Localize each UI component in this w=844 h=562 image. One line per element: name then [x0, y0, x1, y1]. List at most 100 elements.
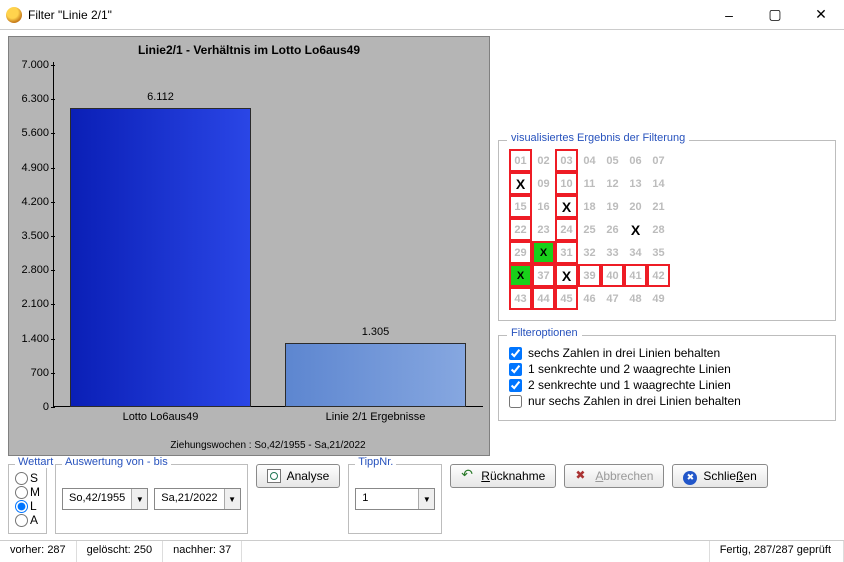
filter-option-label: 2 senkrechte und 1 waagrechte Linien [528, 378, 731, 392]
undo-icon [461, 469, 475, 483]
analyse-button[interactable]: Analyse [256, 464, 341, 488]
grid-cell: 24 [555, 218, 578, 241]
radio-input[interactable] [15, 500, 28, 513]
radio-input[interactable] [15, 514, 28, 527]
grid-cell: 09 [532, 172, 555, 195]
plot-area: 6.112 1.305 [53, 65, 483, 407]
filter-option[interactable]: 2 senkrechte und 1 waagrechte Linien [509, 378, 825, 392]
radio-input[interactable] [15, 486, 28, 499]
y-axis: 07001.4002.1002.8003.5004.2004.9005.6006… [9, 65, 53, 407]
cancel-button[interactable]: Abbrechen [564, 464, 664, 488]
close-window-button[interactable]: Schließen [672, 464, 767, 488]
range-from-combo[interactable]: So,42/1955 ▼ [62, 488, 148, 510]
chevron-down-icon[interactable]: ▼ [224, 489, 240, 509]
grid-cell: 47 [601, 287, 624, 310]
y-tick: 3.500 [21, 230, 49, 242]
grid-cell: 45 [555, 287, 578, 310]
radio-label: L [30, 499, 37, 513]
cancel-label: Abbrechen [595, 469, 653, 483]
bar-value-label: 1.305 [286, 326, 465, 338]
vis-result-fieldset: visualisiertes Ergebnis der Filterung 01… [498, 140, 836, 321]
grid-cell: 46 [578, 287, 601, 310]
x-category-label: Linie 2/1 Ergebnisse [326, 411, 426, 423]
filter-checkbox[interactable] [509, 347, 522, 360]
bar: 1.305 [285, 343, 466, 407]
y-tick: 0 [43, 401, 49, 413]
filter-option[interactable]: sechs Zahlen in drei Linien behalten [509, 346, 825, 360]
grid-cell: 04 [578, 149, 601, 172]
grid-cell: 16 [532, 195, 555, 218]
filter-checkbox[interactable] [509, 363, 522, 376]
y-tick: 2.100 [21, 298, 49, 310]
radio-input[interactable] [15, 472, 28, 485]
grid-cell: 06 [624, 149, 647, 172]
grid-cell: 41 [624, 264, 647, 287]
grid-cell: X [509, 172, 532, 195]
grid-cell: 49 [647, 287, 670, 310]
wettart-radio-a[interactable]: A [15, 513, 40, 527]
grid-cell: 18 [578, 195, 601, 218]
tipp-combo[interactable]: 1 ▼ [355, 488, 435, 510]
wettart-legend: Wettart [15, 456, 56, 468]
filter-checkbox[interactable] [509, 379, 522, 392]
status-bar: vorher: 287 gelöscht: 250 nachher: 37 Fe… [0, 540, 844, 562]
radio-label: M [30, 485, 40, 499]
grid-cell: 26 [601, 218, 624, 241]
titlebar: Filter "Linie 2/1" – ▢ ✕ [0, 0, 844, 30]
grid-cell: 03 [555, 149, 578, 172]
grid-cell: 21 [647, 195, 670, 218]
filter-option[interactable]: nur sechs Zahlen in drei Linien behalten [509, 394, 825, 408]
grid-cell: 29 [509, 241, 532, 264]
range-to-combo[interactable]: Sa,21/2022 ▼ [154, 488, 240, 510]
y-tick: 6.300 [21, 93, 49, 105]
grid-cell: 34 [624, 241, 647, 264]
grid-cell: 42 [647, 264, 670, 287]
grid-cell: X [532, 241, 555, 264]
tipp-legend: TippNr. [355, 456, 396, 468]
filter-option[interactable]: 1 senkrechte und 2 waagrechte Linien [509, 362, 825, 376]
wettart-radio-l[interactable]: L [15, 499, 40, 513]
maximize-button[interactable]: ▢ [752, 0, 798, 30]
y-tick: 4.900 [21, 162, 49, 174]
chevron-down-icon[interactable]: ▼ [131, 489, 147, 509]
range-from-value: So,42/1955 [63, 489, 131, 509]
filter-option-label: 1 senkrechte und 2 waagrechte Linien [528, 362, 731, 376]
minimize-button[interactable]: – [706, 0, 752, 30]
undo-button[interactable]: Rücknahme [450, 464, 556, 488]
close-button[interactable]: ✕ [798, 0, 844, 30]
grid-cell: 43 [509, 287, 532, 310]
grid-cell: 01 [509, 149, 532, 172]
wettart-radio-m[interactable]: M [15, 485, 40, 499]
grid-cell: 10 [555, 172, 578, 195]
filter-options-fieldset: Filteroptionen sechs Zahlen in drei Lini… [498, 335, 836, 421]
wettart-radio-s[interactable]: S [15, 471, 40, 485]
y-tick: 1.400 [21, 333, 49, 345]
grid-cell: 19 [601, 195, 624, 218]
grid-cell: 48 [624, 287, 647, 310]
range-legend: Auswertung von - bis [62, 456, 171, 468]
grid-cell: X [555, 264, 578, 287]
grid-cell: 11 [578, 172, 601, 195]
chevron-down-icon[interactable]: ▼ [418, 489, 434, 509]
bar-value-label: 6.112 [71, 91, 250, 103]
y-tick: 700 [31, 367, 49, 379]
grid-cell: 33 [601, 241, 624, 264]
radio-label: S [30, 471, 38, 485]
analyse-icon [267, 469, 281, 483]
grid-cell: 40 [601, 264, 624, 287]
range-to-value: Sa,21/2022 [155, 489, 223, 509]
filter-checkbox[interactable] [509, 395, 522, 408]
grid-cell: 22 [509, 218, 532, 241]
vis-result-legend: visualisiertes Ergebnis der Filterung [507, 132, 689, 144]
number-grid: 01020304050607X0910111213141516X18192021… [509, 149, 825, 310]
tipp-value: 1 [356, 489, 418, 509]
grid-cell: 23 [532, 218, 555, 241]
grid-cell: X [509, 264, 532, 287]
bar: 6.112 [70, 108, 251, 407]
grid-cell: 32 [578, 241, 601, 264]
status-before: vorher: 287 [0, 541, 77, 562]
grid-cell: X [624, 218, 647, 241]
grid-cell: 02 [532, 149, 555, 172]
analyse-label: Analyse [287, 469, 330, 483]
window-title: Filter "Linie 2/1" [28, 8, 112, 22]
